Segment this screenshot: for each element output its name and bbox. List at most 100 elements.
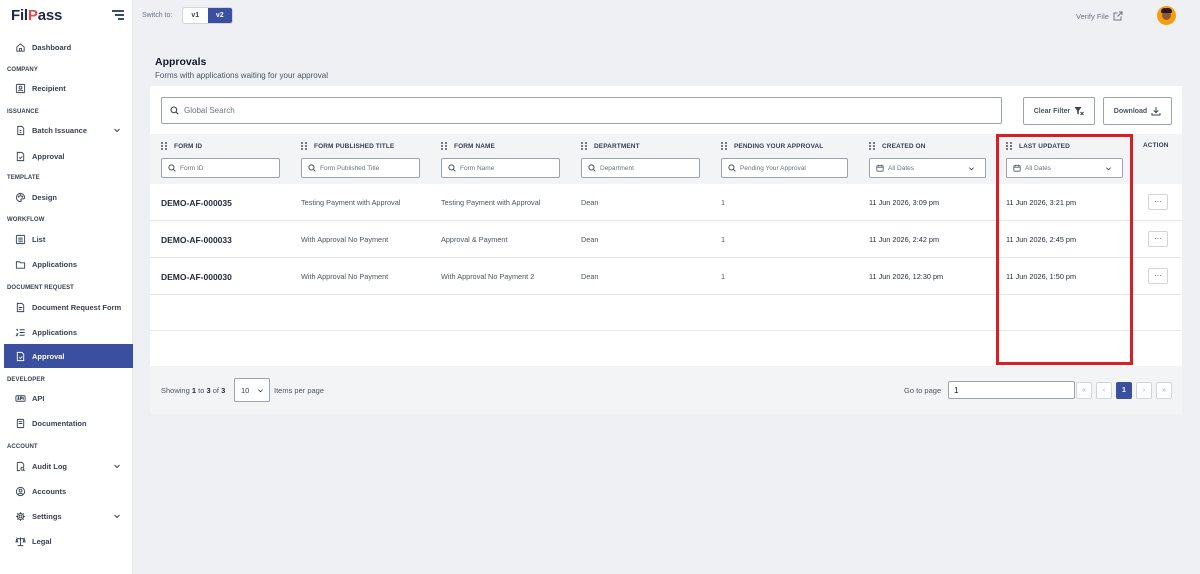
sidebar-item-design[interactable]: Design [4,185,133,209]
filter-pending-approval[interactable]: Pending Your Approval [721,158,848,178]
cell-form-id[interactable]: DEMO-AF-000033 [161,235,232,245]
items-per-page-select[interactable]: 10 [234,378,270,402]
filter-placeholder: All Dates [888,164,915,172]
version-option-v1[interactable]: v1 [183,8,208,23]
chevron-down-icon [258,389,263,393]
prev-page-button[interactable]: ‹ [1096,382,1112,399]
cell-department: Dean [581,198,599,207]
sidebar-item-settings[interactable]: Settings [4,504,133,528]
column-label: CREATED ON [882,142,926,150]
sidebar-item-label: List [32,234,46,244]
filter-placeholder: Form Name [460,164,495,172]
row-actions-button[interactable]: ··· [1148,231,1168,247]
go-to-page-label: Go to page [904,386,942,395]
sidebar-item-label: Legal [32,536,52,546]
search-icon [588,164,596,172]
cell-form-id[interactable]: DEMO-AF-000030 [161,272,232,282]
search-icon [168,164,176,172]
sidebar-item-batch-issuance[interactable]: Batch Issuance [4,118,133,142]
column-header-form-published-title[interactable]: FORM PUBLISHED TITLE [301,142,394,150]
column-label: DEPARTMENT [594,142,640,150]
download-button[interactable]: Download [1103,97,1172,125]
showing-to-word: to [198,386,205,395]
nav-section-document-request: DOCUMENT REQUEST [7,285,74,291]
approval-doc-icon [15,151,26,162]
clear-filter-button[interactable]: Clear Filter [1023,97,1095,125]
filter-form-published-title[interactable]: Form Published Title [301,158,420,178]
calendar-icon [876,164,884,172]
cell-published-title: With Approval No Payment [301,272,389,281]
filter-form-name[interactable]: Form Name [441,158,560,178]
sidebar-item-workflow-applications[interactable]: Applications [4,252,133,276]
filter-created-on[interactable]: All Dates [869,158,986,178]
palette-icon [15,192,26,203]
version-switch: v1 v2 [182,7,233,24]
book-icon [15,418,26,429]
search-input[interactable] [184,106,964,115]
sidebar-item-request-approval[interactable]: Approval [4,344,133,368]
sidebar-item-legal[interactable]: Legal [4,529,133,553]
sidebar-item-recipient[interactable]: Recipient [4,76,133,100]
verify-file-label: Verify File [1076,11,1109,21]
audit-icon [15,461,26,472]
api-icon [15,393,26,404]
user-circle-icon [15,486,26,497]
sidebar-item-audit-log[interactable]: Audit Log [4,454,133,478]
version-option-v2[interactable]: v2 [207,8,232,23]
scale-icon [15,536,26,547]
drag-handle-icon[interactable] [581,142,587,150]
cell-form-id[interactable]: DEMO-AF-000035 [161,198,232,208]
sidebar-item-api[interactable]: API [4,386,133,410]
go-to-page-input[interactable]: 1 [948,381,1075,399]
first-page-button[interactable]: « [1076,382,1092,399]
sidebar-item-label: API [32,393,45,403]
sidebar-item-label: Applications [32,259,78,269]
sidebar-item-accounts[interactable]: Accounts [4,479,133,503]
sidebar-item-list[interactable]: List [4,227,133,251]
app-logo[interactable]: FilPass [11,7,62,24]
sidebar-item-label: Design [32,192,58,202]
nav-section-developer: DEVELOPER [7,377,45,383]
last-page-button[interactable]: » [1156,382,1172,399]
drag-handle-icon[interactable] [869,142,875,150]
global-search[interactable] [161,97,1002,124]
cell-department: Dean [581,272,599,281]
sidebar-item-label: Accounts [32,486,67,496]
sidebar-item-label: Document Request Form [32,302,122,312]
sidebar-item-document-request-form[interactable]: Document Request Form [4,295,133,319]
filter-form-id[interactable]: Form ID [161,158,280,178]
showing-total: 3 [221,386,226,395]
page-button-current[interactable]: 1 [1116,382,1132,399]
row-actions-button[interactable]: ··· [1148,194,1168,210]
menu-toggle-icon[interactable] [112,10,124,20]
column-header-created-on[interactable]: CREATED ON [869,142,926,150]
drag-handle-icon[interactable] [721,142,727,150]
nav-section-issuance: ISSUANCE [7,109,39,115]
column-label: PENDING YOUR APPROVAL [734,142,824,150]
results-summary: Showing 1 to 3 of 3 [161,386,225,395]
filter-department[interactable]: Department [581,158,700,178]
gear-icon [15,511,26,522]
sidebar-item-request-applications[interactable]: Applications [4,320,133,344]
sidebar-item-issuance-approval[interactable]: Approval [4,144,133,168]
row-actions-button[interactable]: ··· [1148,268,1168,284]
cell-form-name: Approval & Payment [441,235,508,244]
sidebar-item-label: Audit Log [32,461,67,471]
cell-pending: 1 [721,235,726,244]
filter-placeholder: Form ID [180,164,204,172]
sidebar-item-dashboard[interactable]: Dashboard [4,35,133,59]
column-header-form-id[interactable]: FORM ID [161,142,202,150]
cell-published-title: With Approval No Payment [301,235,389,244]
drag-handle-icon[interactable] [441,142,447,150]
next-page-button[interactable]: › [1136,382,1152,399]
verify-file-link[interactable]: Verify File [1076,11,1123,21]
column-header-pending-approval[interactable]: PENDING YOUR APPROVAL [721,142,823,150]
folder-icon [15,259,26,270]
drag-handle-icon[interactable] [161,142,167,150]
sidebar-item-documentation[interactable]: Documentation [4,411,133,435]
download-icon [1151,107,1161,116]
avatar[interactable] [1157,6,1176,25]
column-header-department[interactable]: DEPARTMENT [581,142,640,150]
column-header-form-name[interactable]: FORM NAME [441,142,495,150]
drag-handle-icon[interactable] [301,142,307,150]
